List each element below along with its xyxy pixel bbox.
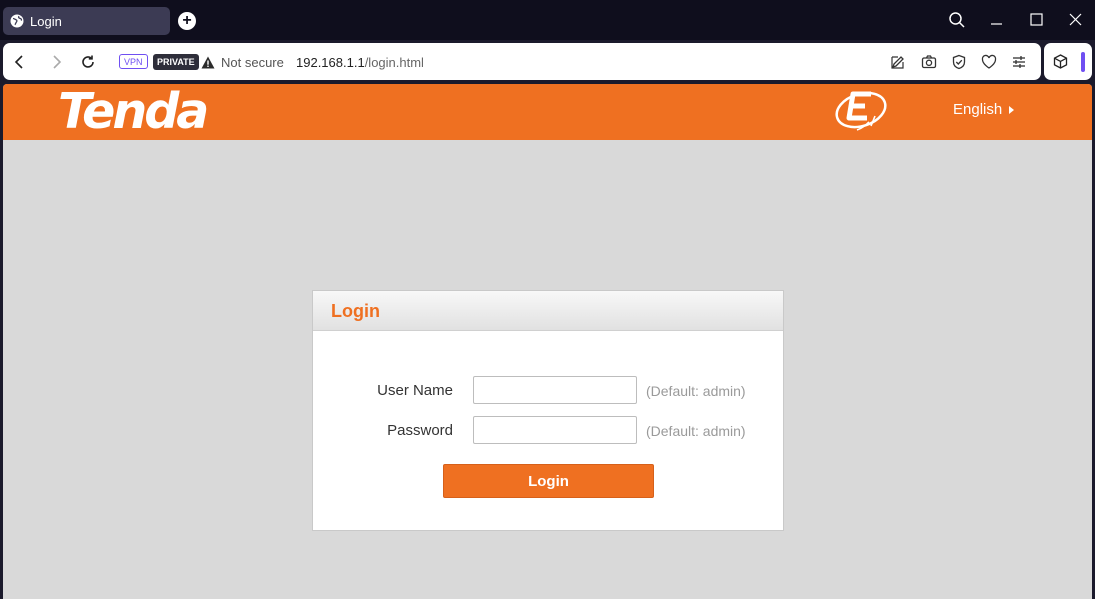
username-label: User Name — [377, 382, 453, 399]
url-path: /login.html — [364, 55, 424, 70]
security-status[interactable]: Not secure — [221, 55, 284, 70]
easylife-logo-icon — [835, 91, 887, 131]
extensions-panel — [1044, 43, 1092, 80]
password-label: Password — [387, 422, 453, 439]
heart-icon[interactable] — [981, 54, 997, 70]
camera-icon[interactable] — [921, 54, 937, 70]
private-badge: PRIVATE — [153, 54, 199, 70]
url-host: 192.168.1.1 — [296, 55, 365, 70]
new-tab-button[interactable]: + — [178, 12, 196, 30]
browser-toolbar: VPN PRIVATE Not secure 192.168.1.1/login… — [3, 43, 1041, 80]
caret-right-icon — [1009, 105, 1015, 114]
sidebar-accent-bar[interactable] — [1081, 52, 1085, 72]
close-icon[interactable] — [1066, 10, 1086, 30]
login-panel: Login User Name (Default: admin) Passwor… — [312, 290, 784, 531]
username-input[interactable] — [473, 376, 637, 404]
router-page: Tenda English Login User Name (Default: … — [3, 84, 1092, 599]
edit-icon[interactable] — [890, 54, 906, 70]
shield-icon[interactable] — [951, 54, 967, 70]
browser-titlebar: Login + — [0, 0, 1095, 40]
password-input[interactable] — [473, 416, 637, 444]
password-hint: (Default: admin) — [646, 423, 746, 439]
login-panel-title: Login — [313, 291, 783, 331]
forward-icon[interactable] — [47, 53, 65, 71]
back-icon[interactable] — [11, 53, 29, 71]
page-header: Tenda English — [3, 84, 1092, 140]
tab-title: Login — [30, 13, 62, 29]
browser-tab-login[interactable]: Login — [3, 7, 170, 35]
login-button[interactable]: Login — [443, 464, 654, 498]
username-hint: (Default: admin) — [646, 383, 746, 399]
minimize-icon[interactable] — [987, 10, 1007, 30]
warning-icon[interactable] — [201, 56, 215, 69]
address-bar[interactable]: 192.168.1.1/login.html — [296, 55, 424, 70]
tenda-logo: Tenda — [58, 84, 209, 140]
extension-cube-icon[interactable] — [1053, 54, 1068, 69]
vpn-badge[interactable]: VPN — [119, 54, 148, 69]
settings-sliders-icon[interactable] — [1011, 54, 1027, 70]
globe-icon — [10, 14, 24, 28]
language-selector[interactable]: English — [953, 101, 1015, 118]
reload-icon[interactable] — [79, 53, 97, 71]
language-label: English — [953, 101, 1003, 118]
maximize-icon[interactable] — [1027, 10, 1047, 30]
search-icon[interactable] — [947, 10, 967, 30]
